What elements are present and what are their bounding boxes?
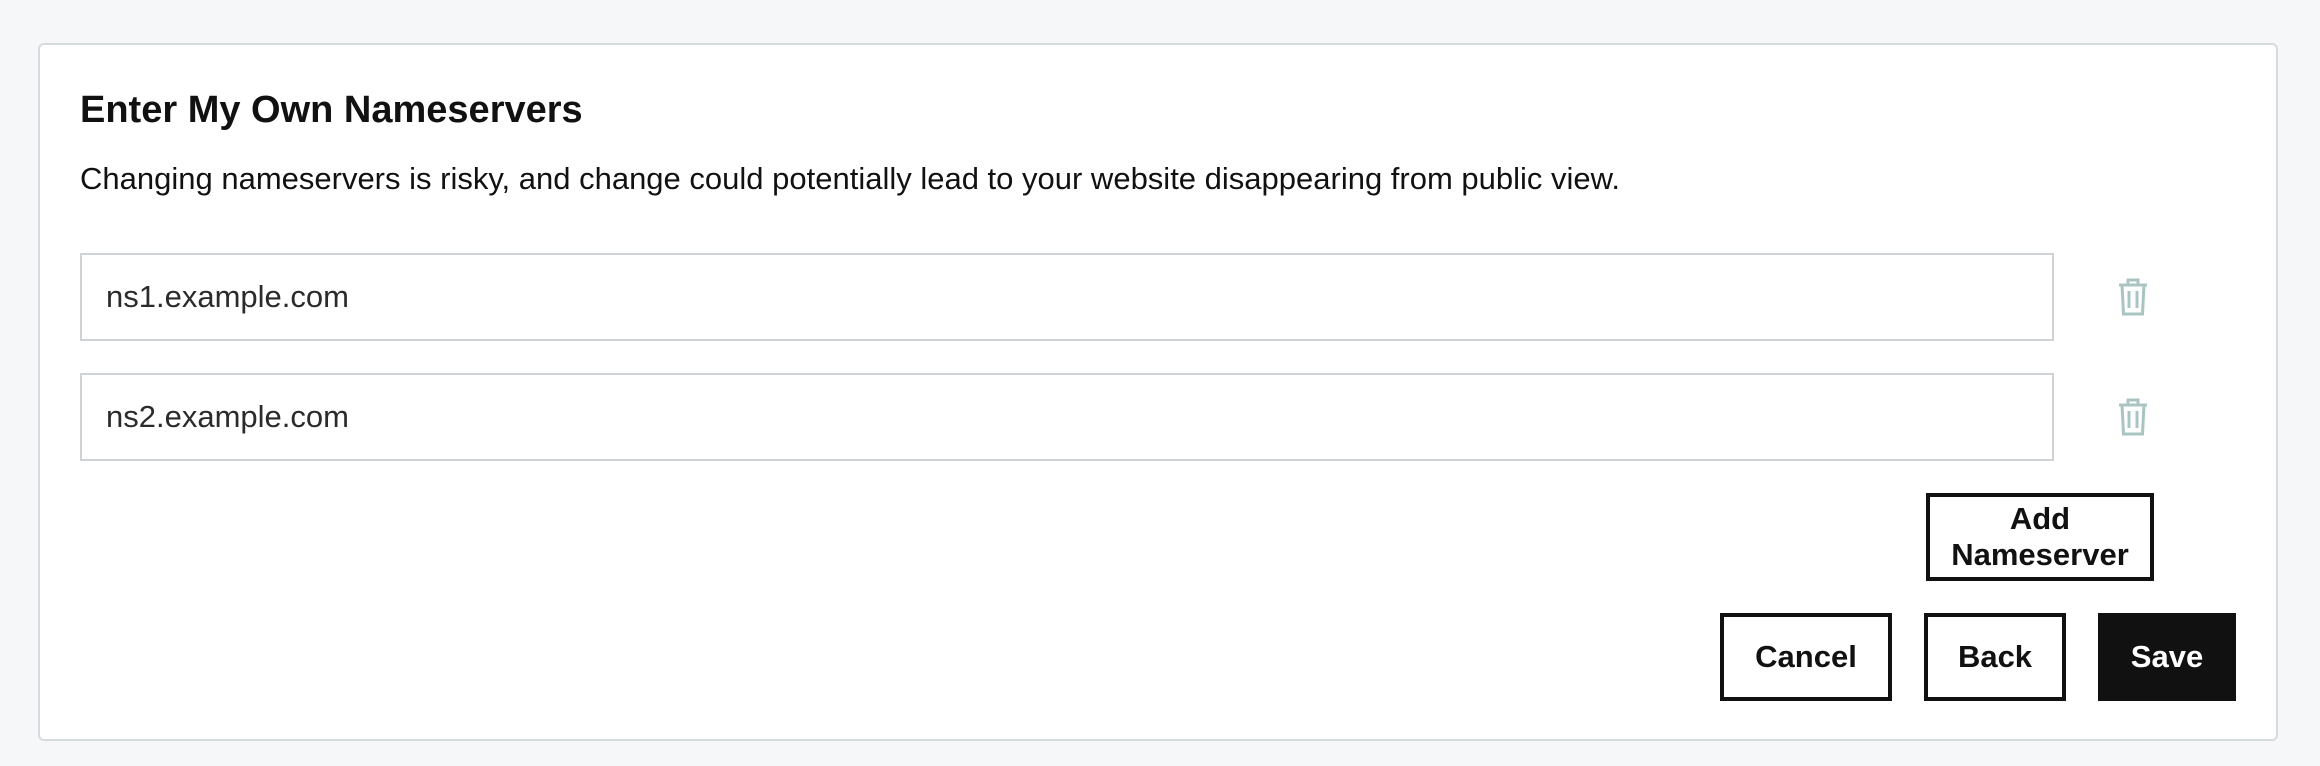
nameserver-row-1 [80,253,2256,341]
add-nameserver-button[interactable]: Add Nameserver [1926,493,2154,581]
back-button[interactable]: Back [1924,613,2066,701]
trash-icon [2119,278,2147,316]
save-button[interactable]: Save [2098,613,2236,701]
delete-nameserver-1-button[interactable] [2110,273,2156,321]
nameserver-input-2[interactable] [80,373,2054,461]
nameserver-card: Enter My Own Nameservers Changing namese… [38,43,2278,741]
cancel-button[interactable]: Cancel [1720,613,1892,701]
nameserver-input-1[interactable] [80,253,2054,341]
trash-icon [2119,398,2147,436]
page-title: Enter My Own Nameservers [80,89,583,131]
warning-description: Changing nameservers is risky, and chang… [80,161,1620,196]
delete-nameserver-2-button[interactable] [2110,393,2156,441]
nameserver-row-2 [80,373,2256,461]
